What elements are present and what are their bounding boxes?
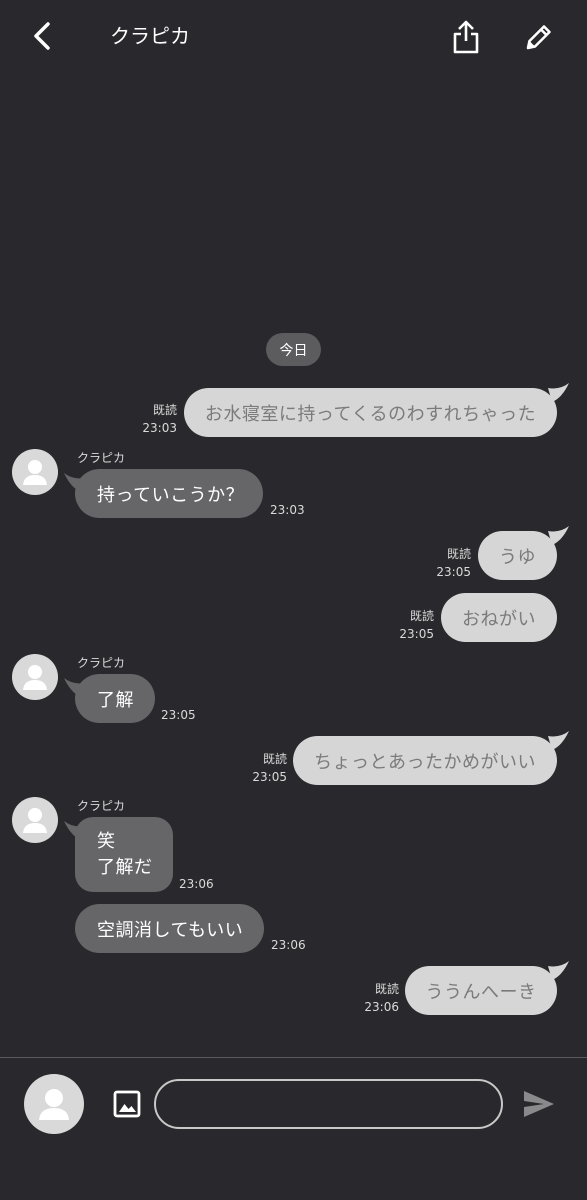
bubble-tail: [548, 383, 569, 402]
received-message-bubble[interactable]: 笑 了解だ: [75, 817, 173, 892]
share-button[interactable]: [446, 16, 486, 58]
message-time: 23:03: [270, 503, 305, 517]
user-avatar[interactable]: [24, 1074, 84, 1134]
message-text-line: 笑: [97, 830, 116, 852]
send-button[interactable]: [520, 1086, 558, 1122]
read-status: 既読 23:06: [364, 982, 399, 1014]
sent-message-bubble[interactable]: おねがい: [441, 593, 557, 642]
sent-message-bubble[interactable]: ちょっとあったかめがいい: [293, 736, 557, 785]
message-text: 了解: [97, 689, 134, 711]
bubble-tail: [548, 961, 569, 980]
pencil-icon: [526, 25, 551, 50]
read-status: 既読 23:05: [252, 752, 287, 784]
attach-image-button[interactable]: [110, 1087, 144, 1121]
image-icon: [113, 1090, 141, 1118]
message-text: うゆ: [499, 546, 536, 568]
sent-message-bubble[interactable]: お水寝室に持ってくるのわすれちゃった: [184, 388, 557, 437]
back-button[interactable]: [22, 16, 62, 56]
date-separator: 今日: [266, 333, 321, 366]
message-time: 23:05: [161, 708, 196, 722]
sender-name: クラピカ: [77, 656, 126, 670]
edit-button[interactable]: [519, 16, 559, 58]
share-icon: [453, 20, 479, 54]
contact-avatar[interactable]: [12, 654, 58, 700]
received-message-bubble[interactable]: 了解: [75, 674, 155, 723]
message-text-line: 了解だ: [97, 856, 153, 878]
read-status: 既読 23:05: [436, 547, 471, 579]
received-message-bubble[interactable]: 持っていこうか？: [75, 469, 263, 518]
message-time: 23:06: [179, 877, 214, 891]
message-text: ううんへーき: [425, 981, 537, 1003]
message-text: 空調消してもいい: [97, 919, 244, 941]
chat-title: クラピカ: [110, 24, 190, 48]
avatar-icon: [23, 665, 47, 690]
received-message-bubble[interactable]: 空調消してもいい: [75, 904, 264, 953]
sender-name: クラピカ: [77, 451, 126, 465]
contact-avatar[interactable]: [12, 797, 58, 843]
message-time: 23:06: [271, 938, 306, 952]
send-icon: [524, 1091, 554, 1117]
message-input[interactable]: [154, 1079, 503, 1129]
avatar-icon: [39, 1089, 69, 1120]
message-text: ちょっとあったかめがいい: [314, 751, 536, 773]
message-text: 持っていこうか？: [97, 484, 245, 506]
sent-message-bubble[interactable]: ううんへーき: [405, 966, 557, 1015]
chevron-left-icon: [34, 22, 50, 50]
message-text: おねがい: [462, 608, 536, 630]
sent-message-bubble[interactable]: うゆ: [478, 531, 557, 580]
read-status: 既読 23:03: [142, 403, 177, 435]
bubble-tail: [548, 526, 569, 545]
read-status: 既読 23:05: [399, 609, 434, 641]
chat-header: クラピカ: [0, 0, 587, 76]
contact-avatar[interactable]: [12, 449, 58, 495]
avatar-icon: [23, 808, 47, 833]
bubble-tail: [548, 731, 569, 750]
composer-divider: [0, 1057, 587, 1058]
avatar-icon: [23, 460, 47, 485]
sender-name: クラピカ: [77, 799, 126, 813]
message-text: お水寝室に持ってくるのわすれちゃった: [204, 403, 537, 425]
